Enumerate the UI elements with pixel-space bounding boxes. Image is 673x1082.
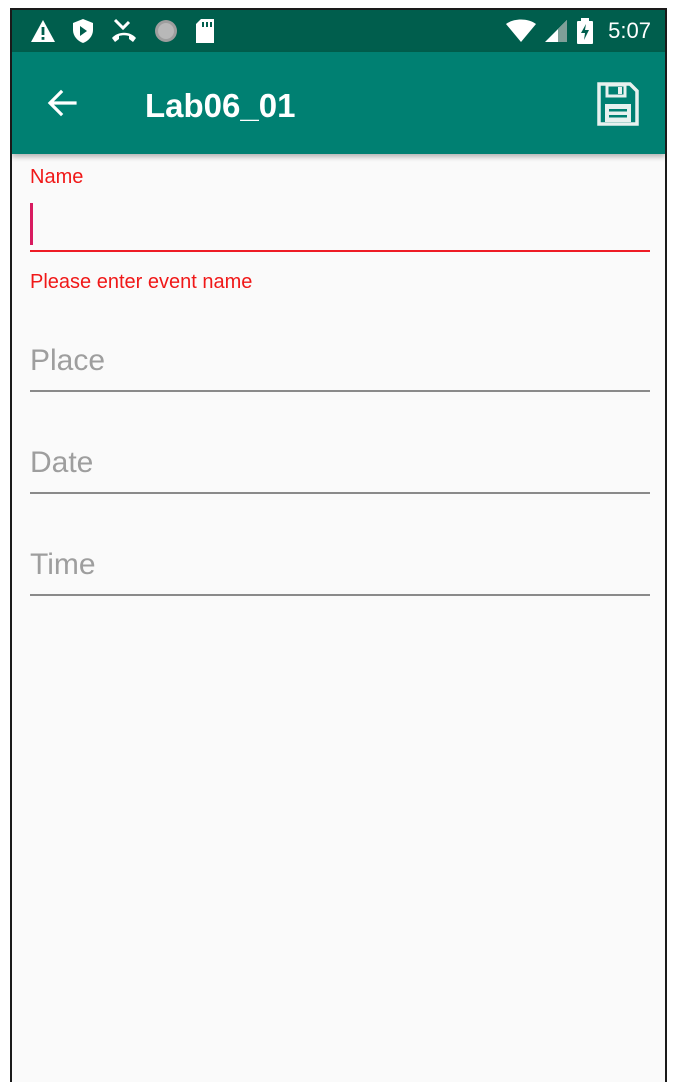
place-field[interactable]: Place — [30, 336, 650, 392]
circle-icon — [155, 20, 177, 42]
status-time: 5:07 — [608, 18, 651, 43]
signal-icon — [545, 20, 568, 42]
app-title: Lab06_01 — [145, 87, 296, 124]
time-placeholder: Time — [30, 548, 96, 581]
date-field[interactable]: Date — [30, 438, 650, 494]
app-bar: Lab06_01 — [12, 52, 665, 154]
phone-screen: 5:07 Lab06_01 Name Please enter event na… — [10, 8, 667, 1082]
missed-call-icon — [112, 18, 136, 42]
place-placeholder: Place — [30, 344, 106, 377]
sd-card-icon — [196, 19, 214, 43]
shield-icon — [73, 19, 93, 43]
save-icon — [597, 82, 639, 126]
back-button[interactable] — [42, 83, 82, 123]
name-error-message: Please enter event name — [30, 271, 253, 293]
name-label: Name — [30, 166, 84, 188]
battery-charging-icon — [577, 18, 594, 44]
event-form: Name Please enter event name Place Date … — [12, 154, 665, 1082]
save-button[interactable] — [595, 81, 641, 127]
status-system-icons: 5:07 — [506, 17, 651, 45]
date-placeholder: Date — [30, 446, 94, 479]
wifi-icon — [506, 19, 537, 42]
arrow-back-icon — [47, 89, 77, 117]
text-cursor — [30, 203, 33, 245]
status-notification-icons — [30, 17, 216, 45]
time-field[interactable]: Time — [30, 540, 650, 596]
status-bar: 5:07 — [12, 10, 665, 52]
warning-icon — [31, 20, 55, 42]
name-field[interactable] — [30, 196, 650, 252]
